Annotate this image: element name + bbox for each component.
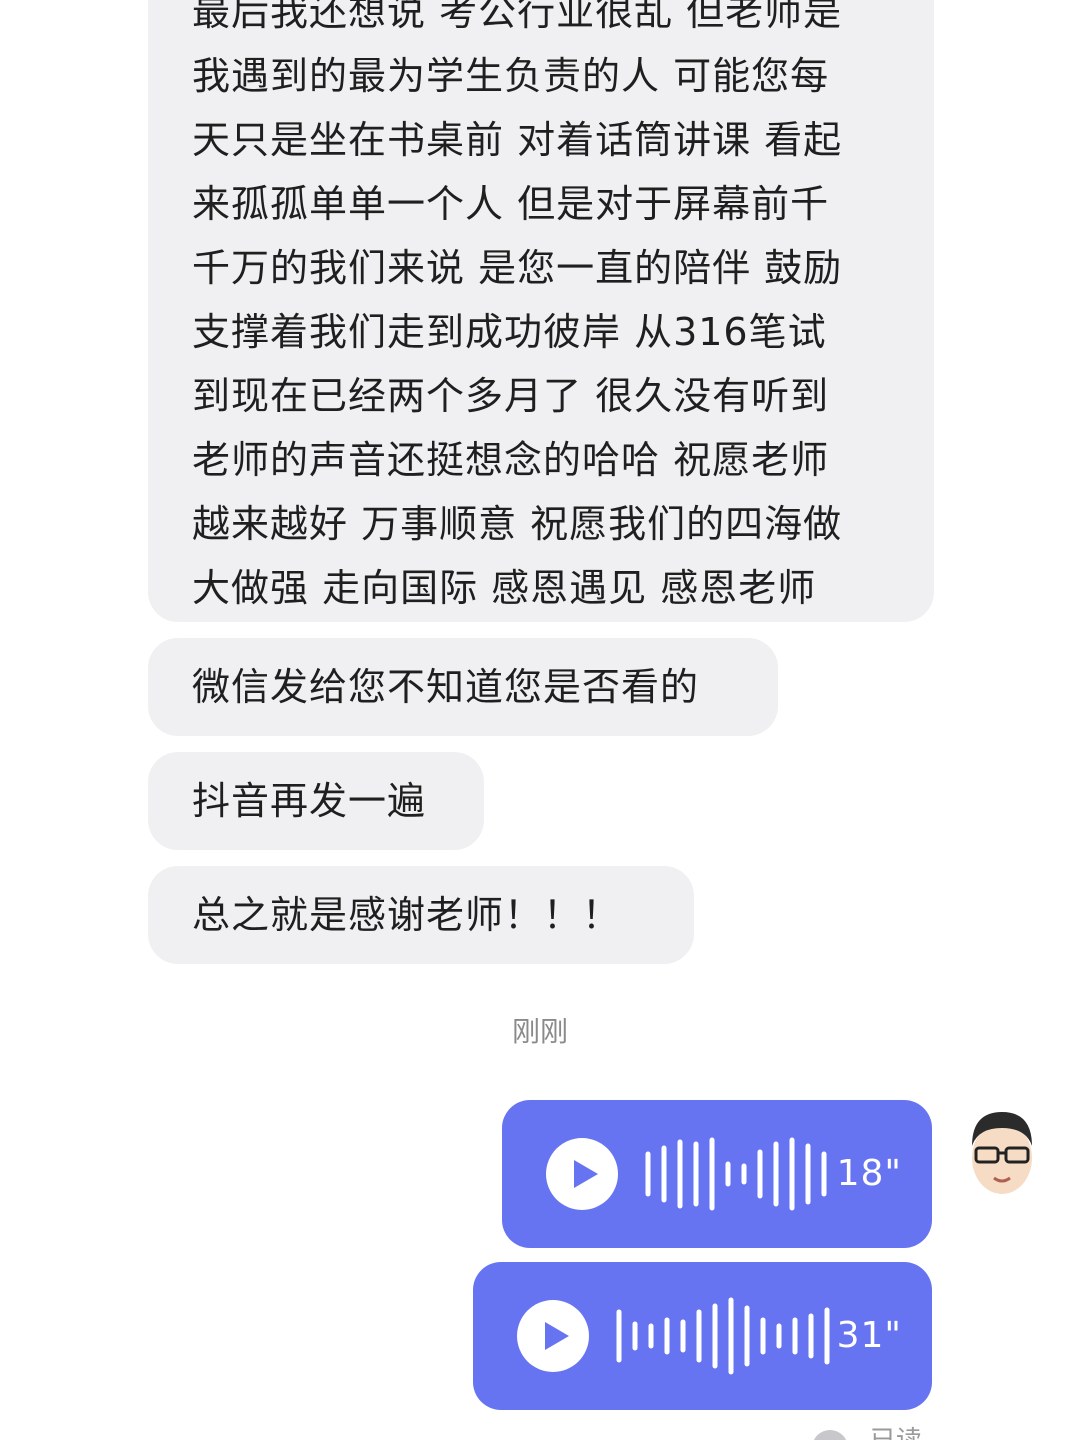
- incoming-message-wechat[interactable]: 微信发给您不知道您是否看的: [148, 638, 778, 736]
- read-status-icon: [812, 1430, 848, 1440]
- message-line: 最后我还想说 考公行业很乱 但老师是: [192, 0, 843, 34]
- message-line: 支撑着我们走到成功彼岸 从316笔试: [192, 310, 827, 354]
- incoming-message-thanks[interactable]: 总之就是感谢老师！！！: [148, 866, 694, 964]
- incoming-message-long[interactable]: 最后我还想说 考公行业很乱 但老师是 我遇到的最为学生负责的人 可能您每 天只是…: [148, 0, 934, 622]
- message-line: 到现在已经两个多月了 很久没有听到: [192, 374, 830, 418]
- voice-message-1[interactable]: 18": [502, 1100, 932, 1248]
- waveform-icon: [616, 1297, 830, 1375]
- voice-message-2[interactable]: 31": [473, 1262, 932, 1410]
- message-timestamp: 刚刚: [511, 1015, 568, 1048]
- read-status: 已读: [812, 1424, 942, 1440]
- read-status-label: 已读: [870, 1426, 922, 1440]
- play-icon[interactable]: [546, 1138, 618, 1210]
- message-line: 千万的我们来说 是您一直的陪伴 鼓励: [192, 246, 843, 290]
- play-icon[interactable]: [517, 1300, 589, 1372]
- incoming-message-douyin[interactable]: 抖音再发一遍: [148, 752, 484, 850]
- message-line: 越来越好 万事顺意 祝愿我们的四海做: [192, 502, 843, 546]
- message-line: 我遇到的最为学生负责的人 可能您每: [192, 54, 830, 98]
- voice-duration: 18": [836, 1153, 902, 1194]
- message-line: 老师的声音还挺想念的哈哈 祝愿老师: [192, 438, 830, 482]
- message-line: 天只是坐在书桌前 对着话筒讲课 看起: [192, 118, 843, 162]
- voice-duration: 31": [836, 1315, 902, 1356]
- message-line: 来孤孤单单一个人 但是对于屏幕前千: [192, 182, 830, 226]
- avatar[interactable]: [964, 1106, 1040, 1200]
- message-line: 大做强 走向国际 感恩遇见 感恩老师: [192, 566, 817, 610]
- waveform-icon: [645, 1137, 827, 1211]
